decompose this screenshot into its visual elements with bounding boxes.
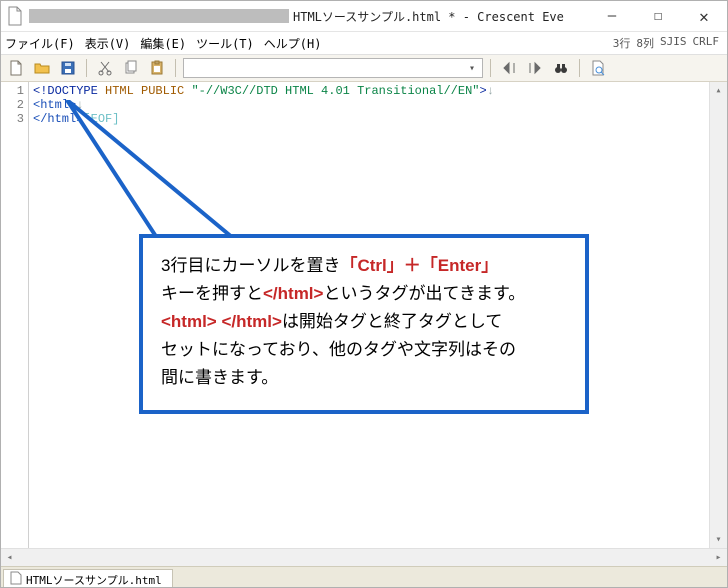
document-icon (10, 571, 22, 588)
callout-line2a: キーを押すと (161, 284, 263, 303)
line-number: 1 (1, 84, 24, 98)
crlf-marker-icon: ↓ (487, 84, 494, 98)
document-icon (7, 6, 23, 26)
callout-tag-pair: <html> </html> (161, 312, 282, 331)
paste-button[interactable] (146, 57, 168, 79)
scroll-track[interactable] (710, 99, 727, 531)
maximize-button[interactable]: ☐ (635, 1, 681, 31)
callout-keys: 「Ctrl」＋「Enter」 (340, 256, 498, 275)
cut-button[interactable] (94, 57, 116, 79)
open-file-button[interactable] (31, 57, 53, 79)
scroll-left-icon[interactable]: ◂ (1, 549, 18, 566)
token-doctype-string: "-//W3C//DTD HTML 4.01 Transitional//EN" (191, 84, 479, 98)
callout-pointer (61, 100, 241, 250)
find-prev-button[interactable] (498, 57, 520, 79)
vertical-scrollbar[interactable]: ▴ ▾ (709, 82, 727, 548)
status-line: 3行 (613, 35, 631, 51)
toolbar: ▾ (1, 55, 727, 82)
title-bar: HTMLソースサンプル.html * - Crescent Eve — ☐ ✕ (1, 1, 727, 32)
new-file-button[interactable] (5, 57, 27, 79)
line-number: 2 (1, 98, 24, 112)
app-window: HTMLソースサンプル.html * - Crescent Eve — ☐ ✕ … (0, 0, 728, 588)
search-combo[interactable]: ▾ (183, 58, 483, 78)
chevron-down-icon: ▾ (464, 63, 480, 74)
copy-button[interactable] (120, 57, 142, 79)
minimize-button[interactable]: — (589, 1, 635, 31)
callout-line1a: 3行目にカーソルを置き (161, 256, 340, 275)
status-eol: CRLF (693, 35, 720, 51)
toolbar-separator (579, 59, 580, 77)
status-encoding: SJIS (660, 35, 687, 51)
token-doctype-kw: HTML PUBLIC (105, 84, 191, 98)
menu-bar: ファイル(F) 表示(V) 編集(E) ツール(T) ヘルプ(H) 3行 8列 … (1, 32, 727, 55)
scroll-up-icon[interactable]: ▴ (710, 82, 727, 99)
line-number: 3 (1, 112, 24, 126)
line-number-gutter: 1 2 3 (1, 82, 29, 548)
menu-file[interactable]: ファイル(F) (5, 35, 75, 52)
callout-line2c: というタグが出てきます。 (323, 284, 525, 303)
window-controls: — ☐ ✕ (589, 1, 727, 31)
menu-help[interactable]: ヘルプ(H) (264, 35, 322, 52)
scroll-down-icon[interactable]: ▾ (710, 531, 727, 548)
callout-line4: セットになっており、他のタグや文字列はその (161, 340, 516, 359)
callout-tag-close: </html> (263, 284, 323, 303)
callout-text: 3行目にカーソルを置き「Ctrl」＋「Enter」 キーを押すと</html>と… (161, 252, 567, 392)
status-col: 8列 (636, 35, 654, 51)
preview-button[interactable] (587, 57, 609, 79)
callout-line3b: は開始タグと終了タグとして (282, 312, 503, 331)
save-button[interactable] (57, 57, 79, 79)
menu-tool[interactable]: ツール(T) (196, 35, 254, 52)
toolbar-separator (490, 59, 491, 77)
menu-view[interactable]: 表示(V) (85, 35, 131, 52)
instruction-callout: 3行目にカーソルを置き「Ctrl」＋「Enter」 キーを押すと</html>と… (139, 234, 589, 414)
horizontal-scrollbar[interactable]: ◂ ▸ (1, 548, 727, 566)
menu-edit[interactable]: 編集(E) (140, 35, 186, 52)
token-doctype-open: <!DOCTYPE (33, 84, 105, 98)
scroll-track[interactable] (18, 549, 710, 566)
find-next-button[interactable] (524, 57, 546, 79)
toolbar-separator (86, 59, 87, 77)
toolbar-separator (175, 59, 176, 77)
token-doctype-close: > (479, 84, 486, 98)
document-tab-label: HTMLソースサンプル.html (26, 572, 162, 588)
document-tab-strip: HTMLソースサンプル.html (1, 566, 727, 587)
scroll-right-icon[interactable]: ▸ (710, 549, 727, 566)
editor-area[interactable]: 1 2 3 <!DOCTYPE HTML PUBLIC "-//W3C//DTD… (1, 82, 727, 548)
title-redacted-path (29, 9, 289, 23)
window-title: HTMLソースサンプル.html * - Crescent Eve (293, 8, 564, 25)
callout-line5: 間に書きます。 (161, 368, 278, 387)
close-button[interactable]: ✕ (681, 1, 727, 31)
binoculars-icon[interactable] (550, 57, 572, 79)
status-bar-right: 3行 8列 SJIS CRLF (613, 35, 727, 51)
document-tab[interactable]: HTMLソースサンプル.html (3, 569, 173, 587)
